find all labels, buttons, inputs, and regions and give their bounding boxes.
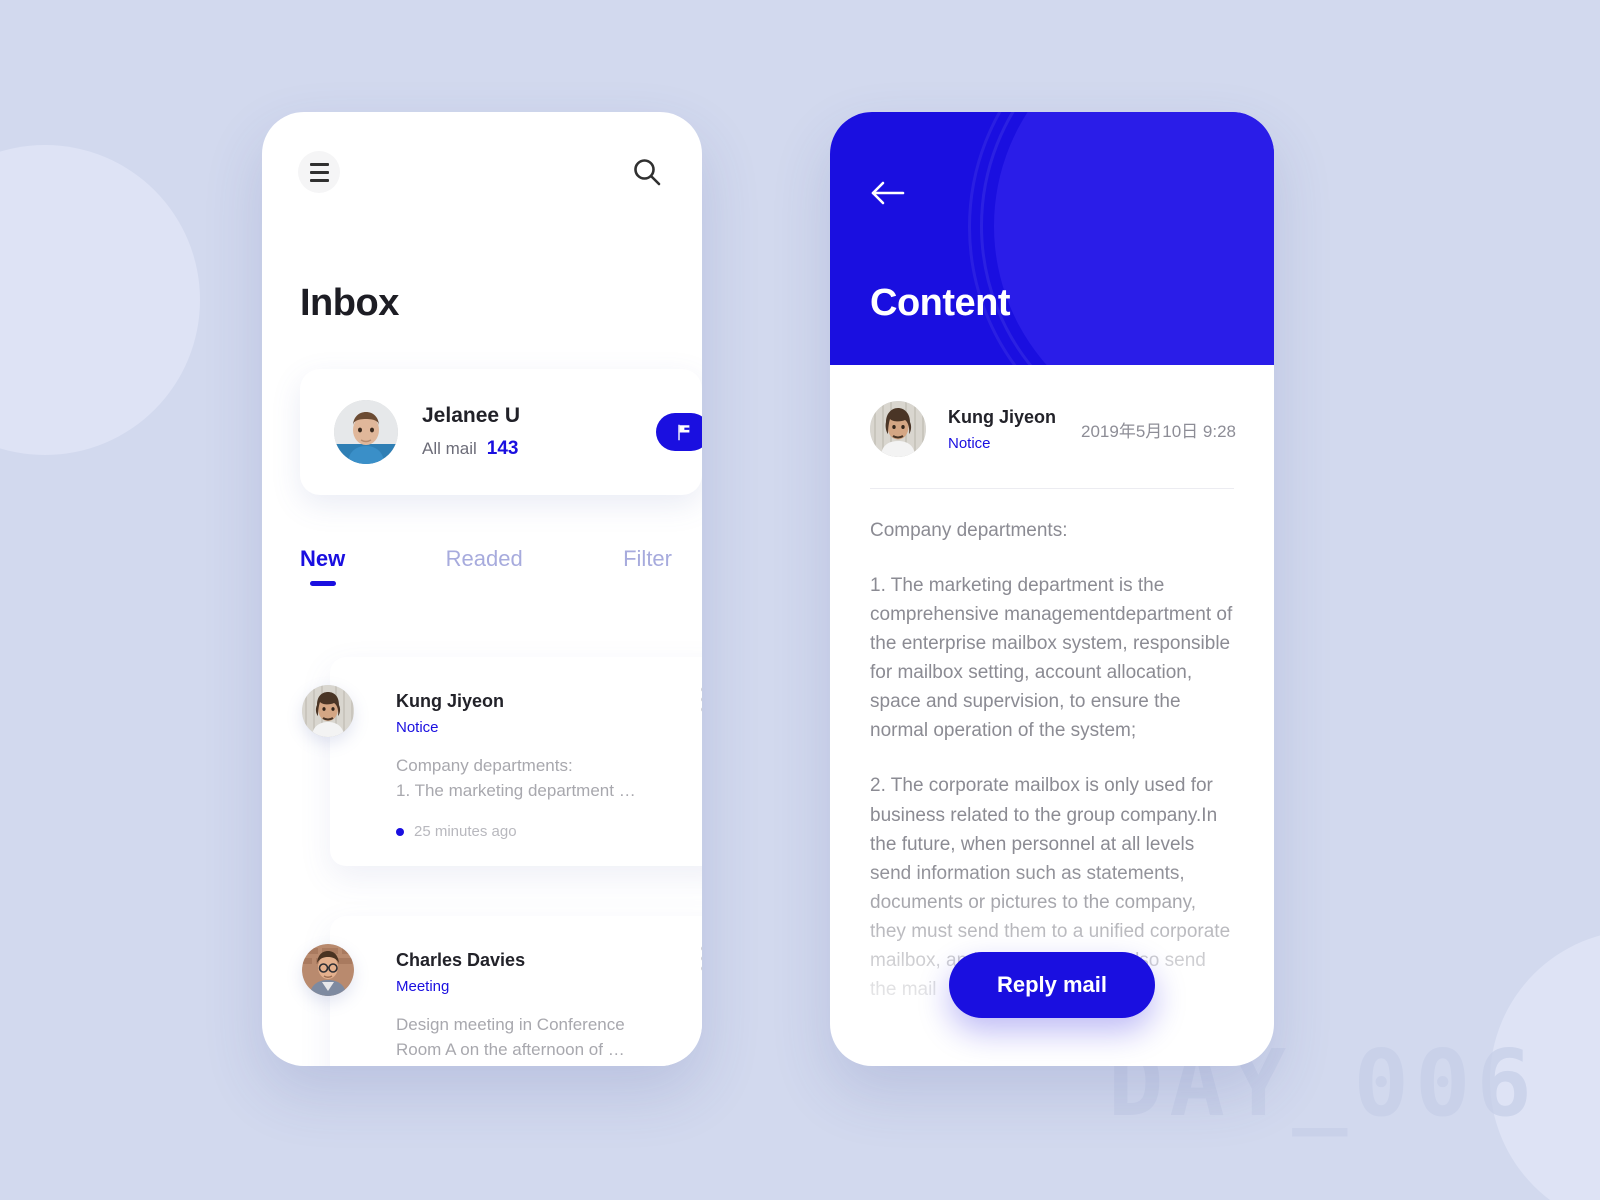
mail-preview-line: Design meeting in Conference [396,1015,625,1035]
mail-tag: Notice [396,719,439,736]
mail-preview-line: 1. The marketing department … [396,780,636,800]
inbox-topbar [262,112,702,232]
content-body-heading: Company departments: [870,520,1068,541]
mail-list-item[interactable]: Kung Jiyeon Notice Company departments: … [302,657,702,867]
mail-timestamp: 25 minutes ago [396,823,702,840]
header-circle [994,112,1274,365]
avatar [870,401,926,457]
kebab-menu-icon[interactable] [701,687,702,712]
avatar [302,944,354,997]
content-mail-tag: Notice [948,434,991,452]
flag-icon[interactable] [656,413,702,451]
mail-count: 143 [486,438,519,459]
profile-mail-summary: All mail 143 [422,438,520,460]
content-mail-header: Kung Jiyeon Notice 2019年5月10日 9:28 [830,365,1274,457]
content-screen: Content Kung Jiyeon Notice 2019年5月10日 9:… [830,112,1274,1066]
reply-mail-button[interactable]: Reply mail [949,952,1155,1018]
content-body-paragraph-1: 1. The marketing department is the compr… [870,575,1233,742]
content-title: Content [870,282,1011,324]
tab-new[interactable]: New [300,546,345,596]
avatar [302,685,354,737]
kebab-menu-icon[interactable] [701,946,702,972]
avatar [334,400,398,464]
mail-list-item[interactable]: Charles Davies Meeting Design meeting in… [302,916,702,1066]
mail-sender-name: Kung Jiyeon [396,691,505,711]
mail-preview: Design meeting in Conference Room A on t… [396,1013,702,1062]
mail-list: Kung Jiyeon Notice Company departments: … [302,657,702,1066]
inbox-tabs: New Readed Filter [300,546,672,596]
all-mail-label: All mail [422,439,477,458]
content-sender-name: Kung Jiyeon [948,406,1057,427]
mail-sender-name: Charles Davies [396,950,526,971]
content-mail-date: 2019年5月10日 9:28 [1081,421,1236,441]
profile-card[interactable]: Jelanee U All mail 143 [300,369,702,495]
mail-preview-line: Company departments: [396,756,573,775]
background-circle-left [0,145,200,455]
header-ring-middle [980,112,1274,365]
inbox-screen: Inbox Jelanee U All mail 143 New Readed … [262,112,702,1066]
mail-preview: Company departments: 1. The marketing de… [396,754,702,803]
header-ring-outer [968,112,1274,365]
tab-filter[interactable]: Filter [623,546,672,596]
content-header [830,112,1274,365]
hamburger-menu-icon[interactable] [298,151,340,193]
search-icon[interactable] [630,155,664,189]
mail-tag: Meeting [396,978,450,996]
unread-dot-icon [396,827,404,836]
mail-preview-line: Room A on the afternoon of … [396,1039,625,1059]
tab-readed[interactable]: Readed [446,546,523,596]
arrow-left-icon[interactable] [870,180,906,206]
profile-name: Jelanee U [422,404,521,427]
page-title: Inbox [300,282,399,324]
content-divider [870,488,1234,489]
mail-time-label: 25 minutes ago [414,823,517,841]
